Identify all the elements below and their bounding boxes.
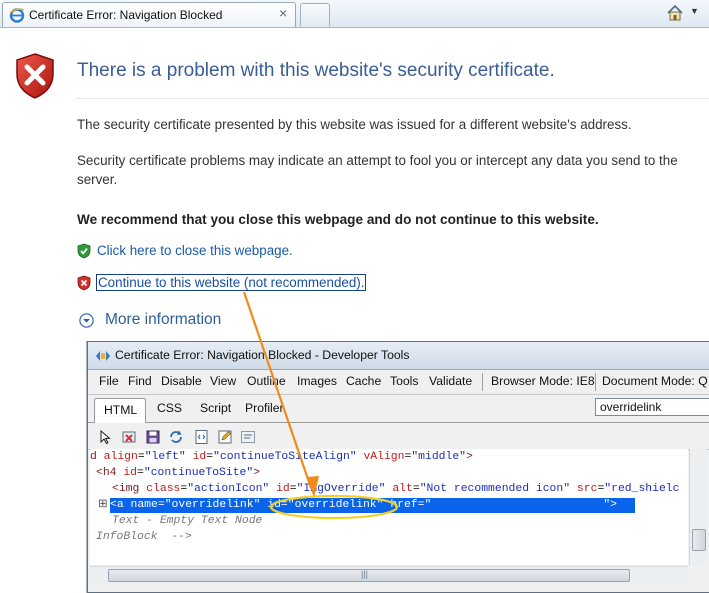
developer-tools-window: Certificate Error: Navigation Blocked - … xyxy=(87,341,709,593)
home-icon[interactable] xyxy=(666,4,684,22)
menu-file[interactable]: File xyxy=(99,374,119,388)
code-value: "overridelink" xyxy=(287,499,384,511)
browser-tab[interactable]: Certificate Error: Navigation Blocked × xyxy=(2,2,296,27)
code-token: <img xyxy=(112,483,147,495)
tab-script[interactable]: Script xyxy=(200,401,231,415)
code-value: "overridelink" xyxy=(164,499,261,511)
menu-tools[interactable]: Tools xyxy=(390,374,418,388)
code-value: "red_shielc xyxy=(604,483,680,495)
html-source-tree: d align="left" id="continueToSiteAlign" … xyxy=(90,449,688,565)
menu-cache[interactable]: Cache xyxy=(346,374,381,388)
expand-node-icon[interactable]: ⊞ xyxy=(98,498,108,513)
menu-view[interactable]: View xyxy=(210,374,236,388)
code-value: "left" xyxy=(144,451,186,463)
expand-circle-icon[interactable] xyxy=(79,313,94,328)
chevron-down-icon[interactable]: ▼ xyxy=(690,6,699,16)
code-value: "middle" xyxy=(411,451,467,463)
tab-close-button[interactable]: × xyxy=(279,6,287,20)
select-element-icon[interactable] xyxy=(97,429,113,445)
page-title: There is a problem with this website's s… xyxy=(77,60,555,81)
edit-icon[interactable] xyxy=(217,429,233,445)
devtools-titlebar: Certificate Error: Navigation Blocked - … xyxy=(88,342,709,370)
menu-validate[interactable]: Validate xyxy=(429,374,472,388)
refresh-icon[interactable] xyxy=(168,429,184,445)
code-value: "actionIcon" xyxy=(187,483,270,495)
menu-find[interactable]: Find xyxy=(128,374,152,388)
menu-disable[interactable]: Disable xyxy=(161,374,202,388)
scroll-thumb[interactable]: ||| xyxy=(108,569,630,582)
code-value: "Not recommended icon" xyxy=(419,483,571,495)
code-value: " xyxy=(424,499,432,511)
clear-browser-cache-icon[interactable] xyxy=(121,429,137,445)
devtools-title: Certificate Error: Navigation Blocked - … xyxy=(115,348,410,362)
code-token: "> xyxy=(603,499,618,511)
new-tab-button[interactable] xyxy=(300,3,330,26)
code-attr: id xyxy=(276,483,290,495)
save-icon[interactable] xyxy=(145,429,161,445)
scroll-thumb[interactable] xyxy=(692,529,706,551)
devtools-logo-icon xyxy=(96,351,110,361)
horizontal-scrollbar[interactable]: ||| xyxy=(90,566,688,584)
code-line-text-node[interactable]: Text - Empty Text Node xyxy=(112,514,262,529)
code-token: <a xyxy=(110,499,131,511)
code-line-anchor-selected[interactable]: <a name="overridelink" id="overridelink"… xyxy=(110,498,635,513)
tab-title: Certificate Error: Navigation Blocked xyxy=(29,8,223,22)
code-value: "ImgOverride" xyxy=(296,483,386,495)
close-webpage-link[interactable]: Click here to close this webpage. xyxy=(97,243,293,258)
menu-separator xyxy=(482,373,483,391)
menu-browser-mode[interactable]: Browser Mode: IE8 xyxy=(491,374,595,388)
tab-profiler[interactable]: Profiler xyxy=(245,401,284,415)
vertical-scrollbar[interactable] xyxy=(689,449,707,565)
code-line-comment[interactable]: InfoBlock --> xyxy=(96,530,192,545)
code-value: "continueToSite" xyxy=(143,467,254,479)
word-wrap-icon[interactable] xyxy=(240,429,256,445)
menu-images[interactable]: Images xyxy=(297,374,337,388)
code-attr: alt xyxy=(392,483,413,495)
code-token: > xyxy=(466,451,473,463)
code-attr: vAlign xyxy=(363,451,405,463)
code-attr: href xyxy=(390,499,418,511)
tab-html[interactable]: HTML xyxy=(94,398,146,424)
menu-document-mode[interactable]: Document Mode: Q xyxy=(602,374,708,388)
devtools-search-input[interactable]: overridelink xyxy=(595,398,709,416)
more-information-link[interactable]: More information xyxy=(105,311,221,329)
divider xyxy=(77,98,709,99)
ie-logo-icon xyxy=(9,8,25,23)
view-source-icon[interactable] xyxy=(194,429,210,445)
code-attr: name xyxy=(130,499,158,511)
scroll-grip: ||| xyxy=(361,569,369,579)
code-line-h4[interactable]: <h4 id="continueToSite"> xyxy=(96,466,260,481)
code-token: d xyxy=(90,451,104,463)
devtools-toolbar xyxy=(88,423,709,450)
code-attr: class xyxy=(146,483,181,495)
code-attr: id xyxy=(123,467,138,479)
menu-separator xyxy=(595,373,596,391)
code-line-td[interactable]: d align="left" id="continueToSiteAlign" … xyxy=(90,450,473,465)
green-shield-check-icon xyxy=(77,243,91,259)
code-token: <h4 xyxy=(96,467,124,479)
code-attr: id xyxy=(267,499,281,511)
code-attr: align xyxy=(103,451,138,463)
continue-to-website-link[interactable]: Continue to this website (not recommende… xyxy=(96,274,367,291)
code-attr: id xyxy=(192,451,207,463)
warning-text: Security certificate problems may indica… xyxy=(77,153,678,187)
explanation-text: The security certificate presented by th… xyxy=(77,117,632,132)
code-token: > xyxy=(253,467,261,479)
devtools-menubar: File Find Disable View Outline Images Ca… xyxy=(88,370,709,395)
red-shield-x-icon xyxy=(77,275,91,291)
tab-css[interactable]: CSS xyxy=(157,401,182,415)
menu-outline[interactable]: Outline xyxy=(247,374,286,388)
code-value: "continueToSiteAlign" xyxy=(213,451,357,463)
recommendation-text: We recommend that you close this webpage… xyxy=(77,212,599,227)
code-line-img[interactable]: <img class="actionIcon" id="ImgOverride"… xyxy=(112,482,679,497)
tab-html-label: HTML xyxy=(104,403,138,417)
browser-tab-strip: Certificate Error: Navigation Blocked × … xyxy=(0,0,709,28)
code-attr: src xyxy=(576,483,598,495)
red-shield-x-icon xyxy=(16,53,54,99)
